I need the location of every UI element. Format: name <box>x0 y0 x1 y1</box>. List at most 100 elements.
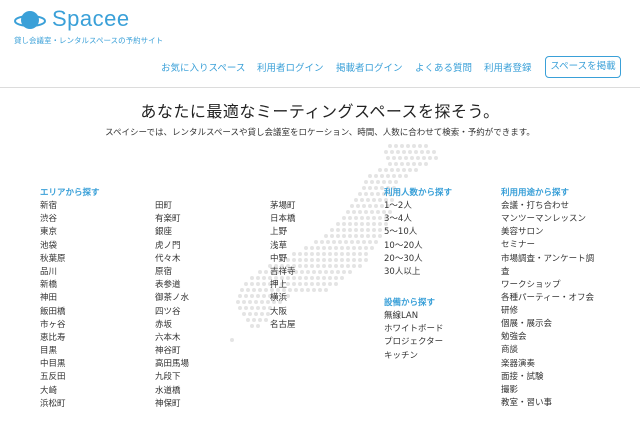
purpose-link[interactable]: 勉強会 <box>501 331 596 344</box>
area-link[interactable]: 代々木 <box>155 253 189 266</box>
purpose-link[interactable]: 会議・打ち合わせ <box>501 200 596 213</box>
area-link[interactable]: 市ヶ谷 <box>40 319 100 332</box>
map-dot <box>374 240 378 244</box>
area-link[interactable]: 上野 <box>270 226 296 239</box>
map-dot <box>380 174 384 178</box>
area-link[interactable]: 中野 <box>270 253 296 266</box>
area-link[interactable]: 池袋 <box>40 240 100 253</box>
area-link[interactable]: 原宿 <box>155 266 189 279</box>
map-dot <box>354 222 358 226</box>
area-link[interactable]: 中目黒 <box>40 358 100 371</box>
equipment-link[interactable]: 無線LAN <box>384 310 444 323</box>
nav-favorites[interactable]: お気に入りスペース <box>161 60 245 74</box>
area-link[interactable]: 新宿 <box>40 200 100 213</box>
area-link[interactable]: 銀座 <box>155 226 189 239</box>
purpose-link[interactable]: 楽器演奏 <box>501 358 596 371</box>
area-link[interactable]: 神谷町 <box>155 345 189 358</box>
map-dot <box>366 234 370 238</box>
area-link[interactable]: 神田 <box>40 292 100 305</box>
purpose-link[interactable]: セミナー <box>501 239 596 252</box>
map-dot <box>358 246 362 250</box>
capacity-link[interactable]: 3〜4人 <box>384 213 452 226</box>
area-link[interactable]: 目黒 <box>40 345 100 358</box>
map-dot <box>242 300 246 304</box>
capacity-link[interactable]: 30人以上 <box>384 266 452 279</box>
area-link[interactable]: 名古屋 <box>270 319 296 332</box>
map-dot <box>396 168 400 172</box>
area-link[interactable]: 御茶ノ水 <box>155 292 189 305</box>
area-link[interactable]: 赤坂 <box>155 319 189 332</box>
area-link[interactable]: 茅場町 <box>270 200 296 213</box>
capacity-link[interactable]: 20〜30人 <box>384 253 452 266</box>
map-dot <box>250 306 254 310</box>
equipment-link[interactable]: プロジェクター <box>384 336 444 349</box>
map-dot <box>256 306 260 310</box>
area-link[interactable]: 田町 <box>155 200 189 213</box>
area-link[interactable]: 恵比寿 <box>40 332 100 345</box>
nav-faq[interactable]: よくある質問 <box>415 60 472 74</box>
purpose-link[interactable]: ワークショップ <box>501 279 596 292</box>
area-link[interactable]: 神保町 <box>155 398 189 411</box>
map-dot <box>386 156 390 160</box>
map-dot <box>370 246 374 250</box>
map-dot <box>364 252 368 256</box>
map-dot <box>352 246 356 250</box>
purpose-link[interactable]: 面接・試験 <box>501 371 596 384</box>
area-link[interactable]: 日本橋 <box>270 213 296 226</box>
area-link[interactable]: 大阪 <box>270 306 296 319</box>
area-link[interactable]: 品川 <box>40 266 100 279</box>
purpose-link[interactable]: マンツーマンレッスン <box>501 213 596 226</box>
purpose-link[interactable]: 各種パーティー・オフ会 <box>501 292 596 305</box>
area-link[interactable]: 秋葉原 <box>40 253 100 266</box>
map-dot <box>392 174 396 178</box>
area-link[interactable]: 九段下 <box>155 371 189 384</box>
capacity-link[interactable]: 10〜20人 <box>384 240 452 253</box>
area-link[interactable]: 水道橋 <box>155 385 189 398</box>
purpose-link[interactable]: 個展・展示会 <box>501 318 596 331</box>
area-link[interactable]: 渋谷 <box>40 213 100 226</box>
area-link[interactable]: 五反田 <box>40 371 100 384</box>
map-dot <box>260 312 264 316</box>
map-dot <box>258 318 262 322</box>
purpose-link[interactable]: 市場調査・アンケート調査 <box>501 253 596 279</box>
list-space-button[interactable]: スペースを掲載 <box>545 56 621 78</box>
area-link[interactable]: 四ツ谷 <box>155 306 189 319</box>
area-link[interactable]: 六本木 <box>155 332 189 345</box>
purpose-link[interactable]: 教室・習い事 <box>501 397 596 410</box>
equipment-section: 設備から探す 無線LAN ホワイトボード プロジェクター キッチン <box>384 296 444 363</box>
capacity-link[interactable]: 5〜10人 <box>384 226 452 239</box>
map-dot <box>402 150 406 154</box>
area-link[interactable]: 有楽町 <box>155 213 189 226</box>
purpose-link[interactable]: 撮影 <box>501 384 596 397</box>
area-link[interactable]: 押上 <box>270 279 296 292</box>
area-link[interactable]: 大崎 <box>40 385 100 398</box>
map-dot <box>262 306 266 310</box>
map-dot <box>340 258 344 262</box>
map-dot <box>400 144 404 148</box>
purpose-link[interactable]: 商談 <box>501 344 596 357</box>
area-link[interactable]: 表参道 <box>155 279 189 292</box>
area-link[interactable]: 東京 <box>40 226 100 239</box>
area-link[interactable]: 飯田橋 <box>40 306 100 319</box>
map-dot <box>354 228 358 232</box>
area-link[interactable]: 新橋 <box>40 279 100 292</box>
area-link[interactable]: 浅草 <box>270 240 296 253</box>
map-dot <box>354 216 358 220</box>
map-dot <box>348 216 352 220</box>
area-link[interactable]: 横浜 <box>270 292 296 305</box>
map-dot <box>376 192 380 196</box>
map-dot <box>418 162 422 166</box>
capacity-link[interactable]: 1〜2人 <box>384 200 452 213</box>
map-dot <box>304 258 308 262</box>
area-link[interactable]: 高田馬場 <box>155 358 189 371</box>
purpose-link[interactable]: 研修 <box>501 305 596 318</box>
nav-host-login[interactable]: 掲載者ログイン <box>336 60 403 74</box>
purpose-link[interactable]: 美容サロン <box>501 226 596 239</box>
area-link[interactable]: 浜松町 <box>40 398 100 411</box>
area-link[interactable]: 吉祥寺 <box>270 266 296 279</box>
nav-register[interactable]: 利用者登録 <box>484 60 532 74</box>
area-link[interactable]: 虎ノ門 <box>155 240 189 253</box>
equipment-link[interactable]: ホワイトボード <box>384 323 444 336</box>
nav-user-login[interactable]: 利用者ログイン <box>257 60 324 74</box>
equipment-link[interactable]: キッチン <box>384 350 444 363</box>
